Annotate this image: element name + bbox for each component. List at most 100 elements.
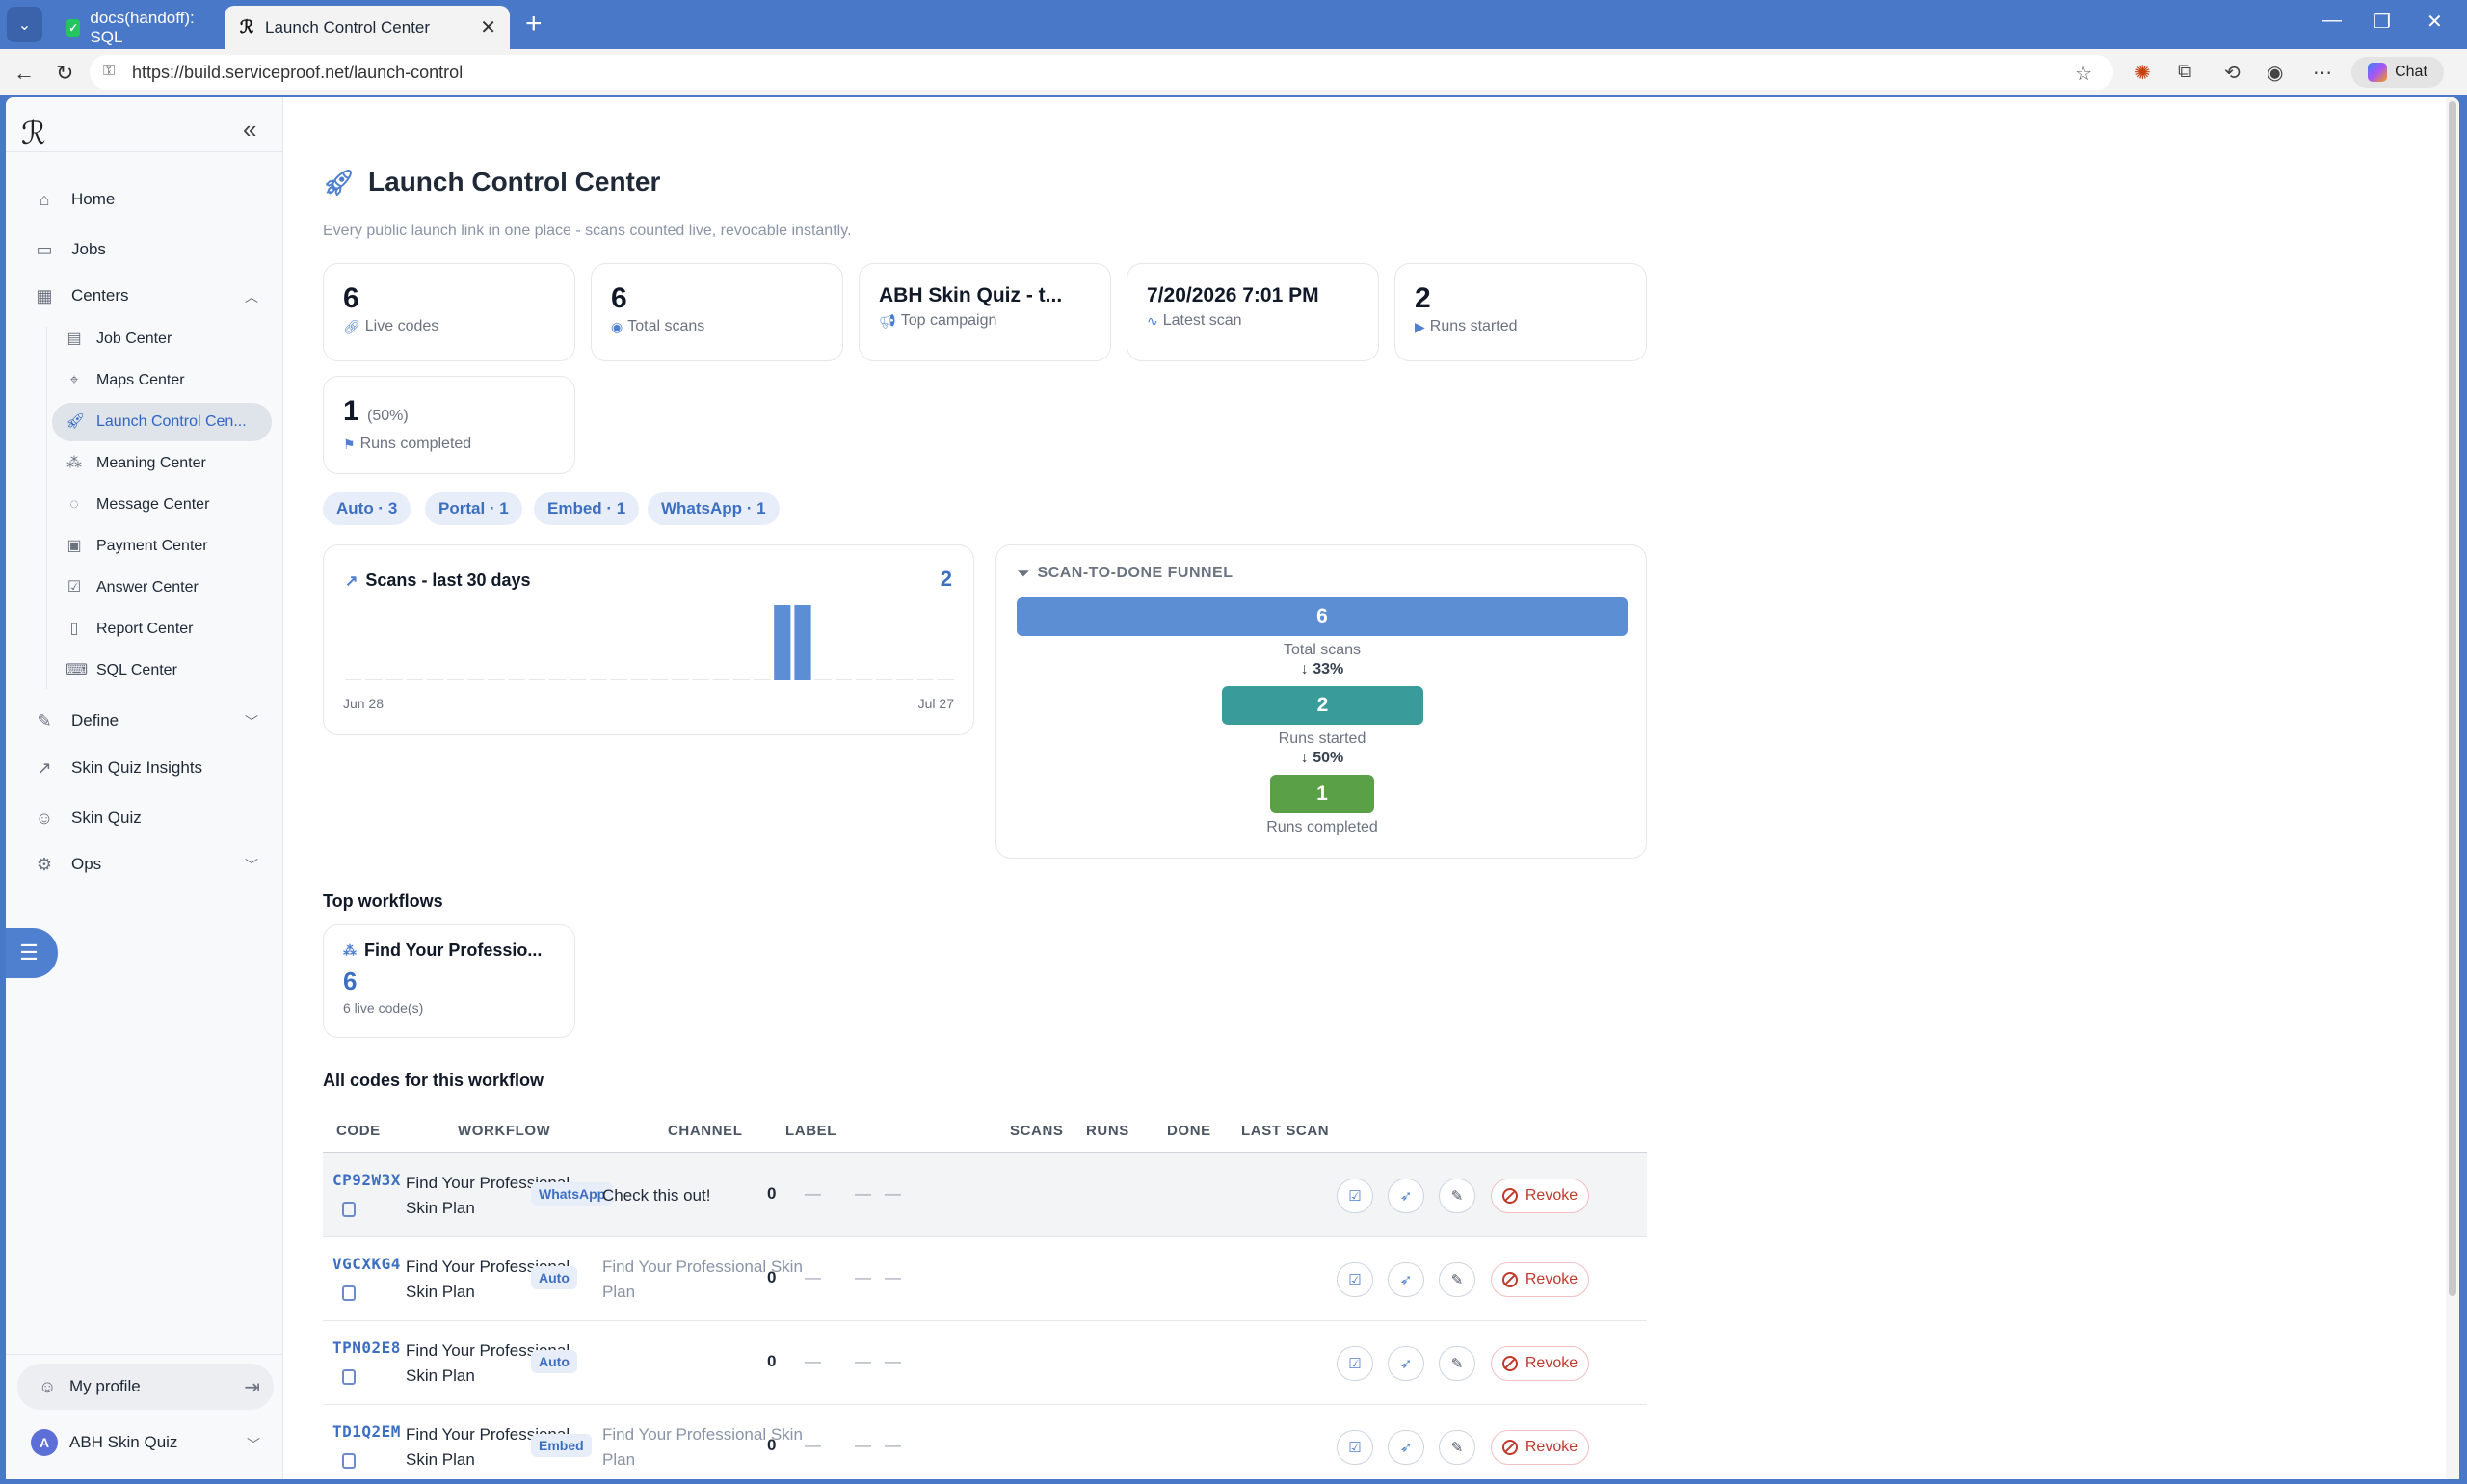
minimize-icon[interactable]: — [2322, 10, 2342, 32]
scan-bar-jul-9 [570, 679, 587, 680]
reload-icon[interactable]: ↻ [56, 61, 73, 86]
sidebar-item-skin-quiz-insights[interactable]: ↗ Skin Quiz Insights [17, 749, 272, 787]
copy-icon[interactable] [342, 1202, 356, 1217]
sidebar-item-label: Payment Center [96, 538, 208, 554]
scan-bar-jul-18 [754, 679, 771, 680]
copy-icon[interactable] [342, 1453, 356, 1469]
revoke-button[interactable]: Revoke [1491, 1346, 1589, 1381]
sidebar-item-jobs[interactable]: ▭ Jobs [17, 230, 272, 269]
revoke-button[interactable]: Revoke [1491, 1430, 1589, 1465]
preview-button[interactable]: ☑ [1337, 1346, 1373, 1381]
chevron-down-icon: ﹀ [247, 1437, 260, 1452]
preview-button[interactable]: ☑ [1337, 1430, 1373, 1465]
funnel-bar-runs-completed: 1 [1270, 775, 1374, 813]
gear-icon: ⚙ [36, 855, 53, 874]
link-icon: 🔗︎ [343, 318, 360, 334]
extension-icon[interactable]: ✺ [2135, 61, 2151, 85]
org-switcher[interactable]: A ABH Skin Quiz ﹀ [17, 1419, 274, 1466]
sidebar-item-report-center[interactable]: ▯ Report Center [52, 610, 272, 649]
sidebar-item-skin-quiz[interactable]: ☺ Skin Quiz [17, 799, 272, 837]
edit-button[interactable]: ✎ [1439, 1430, 1475, 1465]
launch-button[interactable]: ➶ [1388, 1430, 1424, 1465]
stat-value: 7/20/2026 7:01 PM [1147, 284, 1319, 306]
close-window-icon[interactable]: ✕ [2427, 10, 2443, 34]
sidebar-item-centers[interactable]: ▦ Centers ︿ [17, 277, 272, 315]
feedback-chat-button[interactable]: ☰ [6, 928, 58, 978]
site-info-icon[interactable]: ⚿ [103, 63, 115, 80]
stat-label: Latest scan [1162, 312, 1242, 329]
logout-icon[interactable]: ⇥ [244, 1375, 260, 1399]
browser-tab[interactable]: ✓ docs(handoff): SQL [53, 6, 217, 49]
edit-button[interactable]: ✎ [1439, 1346, 1475, 1381]
sidebar-item-meaning-center[interactable]: ⁂ Meaning Center [52, 444, 272, 483]
sidebar-item-maps-center[interactable]: ⌖ Maps Center [52, 361, 272, 400]
sidebar-item-payment-center[interactable]: ▣ Payment Center [52, 527, 272, 566]
sidebar-item-message-center[interactable]: ◌ Message Center [52, 486, 272, 524]
column-header: CODE [336, 1123, 381, 1139]
chevron-up-icon: ︿ [245, 289, 258, 305]
address-bar[interactable]: ⚿ https://build.serviceproof.net/launch-… [90, 55, 2113, 90]
code-link[interactable]: CP92W3X [332, 1171, 401, 1189]
edit-button[interactable]: ✎ [1439, 1262, 1475, 1297]
copy-icon[interactable] [342, 1369, 356, 1385]
url-text: https://build.serviceproof.net/launch-co… [132, 62, 464, 82]
revoke-label: Revoke [1525, 1271, 1578, 1287]
my-profile-button[interactable]: ☺ My profile ⇥ [17, 1364, 274, 1410]
collapse-sidebar-icon[interactable]: « [243, 115, 256, 145]
sidebar-item-label: Report Center [96, 621, 194, 637]
scan-bar-jul-17 [732, 679, 750, 680]
stat-percent: (50%) [367, 408, 409, 424]
sidebar-item-define[interactable]: ✎ Define ﹀ [17, 702, 272, 740]
edit-button[interactable]: ✎ [1439, 1179, 1475, 1213]
copy-icon[interactable] [342, 1285, 356, 1301]
scrollbar-thumb[interactable] [2449, 101, 2456, 1296]
launch-button[interactable]: ➶ [1388, 1346, 1424, 1381]
scans-chart-title: ↗ Scans - last 30 days [345, 570, 531, 591]
code-link[interactable]: VGCXKG4 [332, 1255, 401, 1273]
app-window: ℛ « ⌂ Home ▭ Jobs ▦ Centers ︿ ▤ Job Cent… [6, 97, 2459, 1479]
sidebar-item-answer-center[interactable]: ☑ Answer Center [52, 569, 272, 607]
revoke-button[interactable]: Revoke [1491, 1179, 1589, 1213]
more-menu-icon[interactable]: ⋯ [2313, 61, 2332, 85]
page-title: 🚀︎ Launch Control Center [323, 167, 660, 198]
sidebar-item-ops[interactable]: ⚙ Ops ﹀ [17, 845, 272, 884]
browser-tab-active[interactable]: ℛ Launch Control Center ✕ [225, 6, 510, 49]
restore-icon[interactable]: ❐ [2374, 10, 2391, 34]
preview-button[interactable]: ☑ [1337, 1262, 1373, 1297]
hierarchy-icon: ⁂ [66, 455, 82, 471]
revoke-button[interactable]: Revoke [1491, 1262, 1589, 1297]
launch-button[interactable]: ➶ [1388, 1262, 1424, 1297]
sidebar-item-label: Jobs [71, 240, 106, 258]
column-header: LAST SCAN [1241, 1123, 1330, 1139]
workflow-card[interactable]: ⁂ Find Your Professio... 6 6 live code(s) [323, 924, 575, 1038]
workflow-count: 6 [343, 967, 358, 995]
code-link[interactable]: TPN02E8 [332, 1338, 401, 1357]
sidebar: ℛ « ⌂ Home ▭ Jobs ▦ Centers ︿ ▤ Job Cent… [6, 97, 283, 1479]
close-tab-icon[interactable]: ✕ [480, 15, 496, 40]
channel-chip-portal[interactable]: Portal · 1 [425, 492, 522, 525]
favorite-star-icon[interactable]: ☆ [2075, 62, 2092, 86]
channel-chip-auto[interactable]: Auto · 3 [323, 492, 411, 525]
code-link[interactable]: TD1Q2EM [332, 1422, 401, 1441]
new-tab-button[interactable]: + [525, 10, 543, 39]
workflow-sub: 6 live code(s) [343, 1000, 424, 1016]
stat-label: Runs completed [359, 436, 472, 452]
sidebar-item-job-center[interactable]: ▤ Job Center [52, 320, 272, 358]
checkbox-favicon-icon: ✓ [66, 18, 81, 37]
launch-button[interactable]: ➶ [1388, 1179, 1424, 1213]
sidebar-item-launch-control-center[interactable]: 🚀︎ Launch Control Cen... [52, 403, 272, 441]
channel-chip-embed[interactable]: Embed · 1 [534, 492, 640, 525]
preview-button[interactable]: ☑ [1337, 1179, 1373, 1213]
extensions-puzzle-icon[interactable]: ⧉ [2178, 61, 2191, 83]
channel-chip-whatsapp[interactable]: WhatsApp · 1 [648, 492, 780, 525]
tab-list-button[interactable]: ⌄ [7, 7, 42, 42]
history-icon[interactable]: ⟲ [2224, 61, 2241, 85]
scans-cell: 0 [767, 1268, 777, 1286]
back-icon[interactable]: ← [13, 61, 35, 86]
sidebar-item-home[interactable]: ⌂ Home [17, 180, 272, 219]
page-scrollbar[interactable] [2446, 97, 2459, 1479]
copilot-chat-button[interactable]: Chat [2351, 57, 2444, 88]
sidebar-item-sql-center[interactable]: ⌨ SQL Center [52, 651, 272, 690]
profile-avatar-icon[interactable]: ◉ [2267, 61, 2283, 85]
app-logo[interactable]: ℛ [21, 115, 46, 151]
